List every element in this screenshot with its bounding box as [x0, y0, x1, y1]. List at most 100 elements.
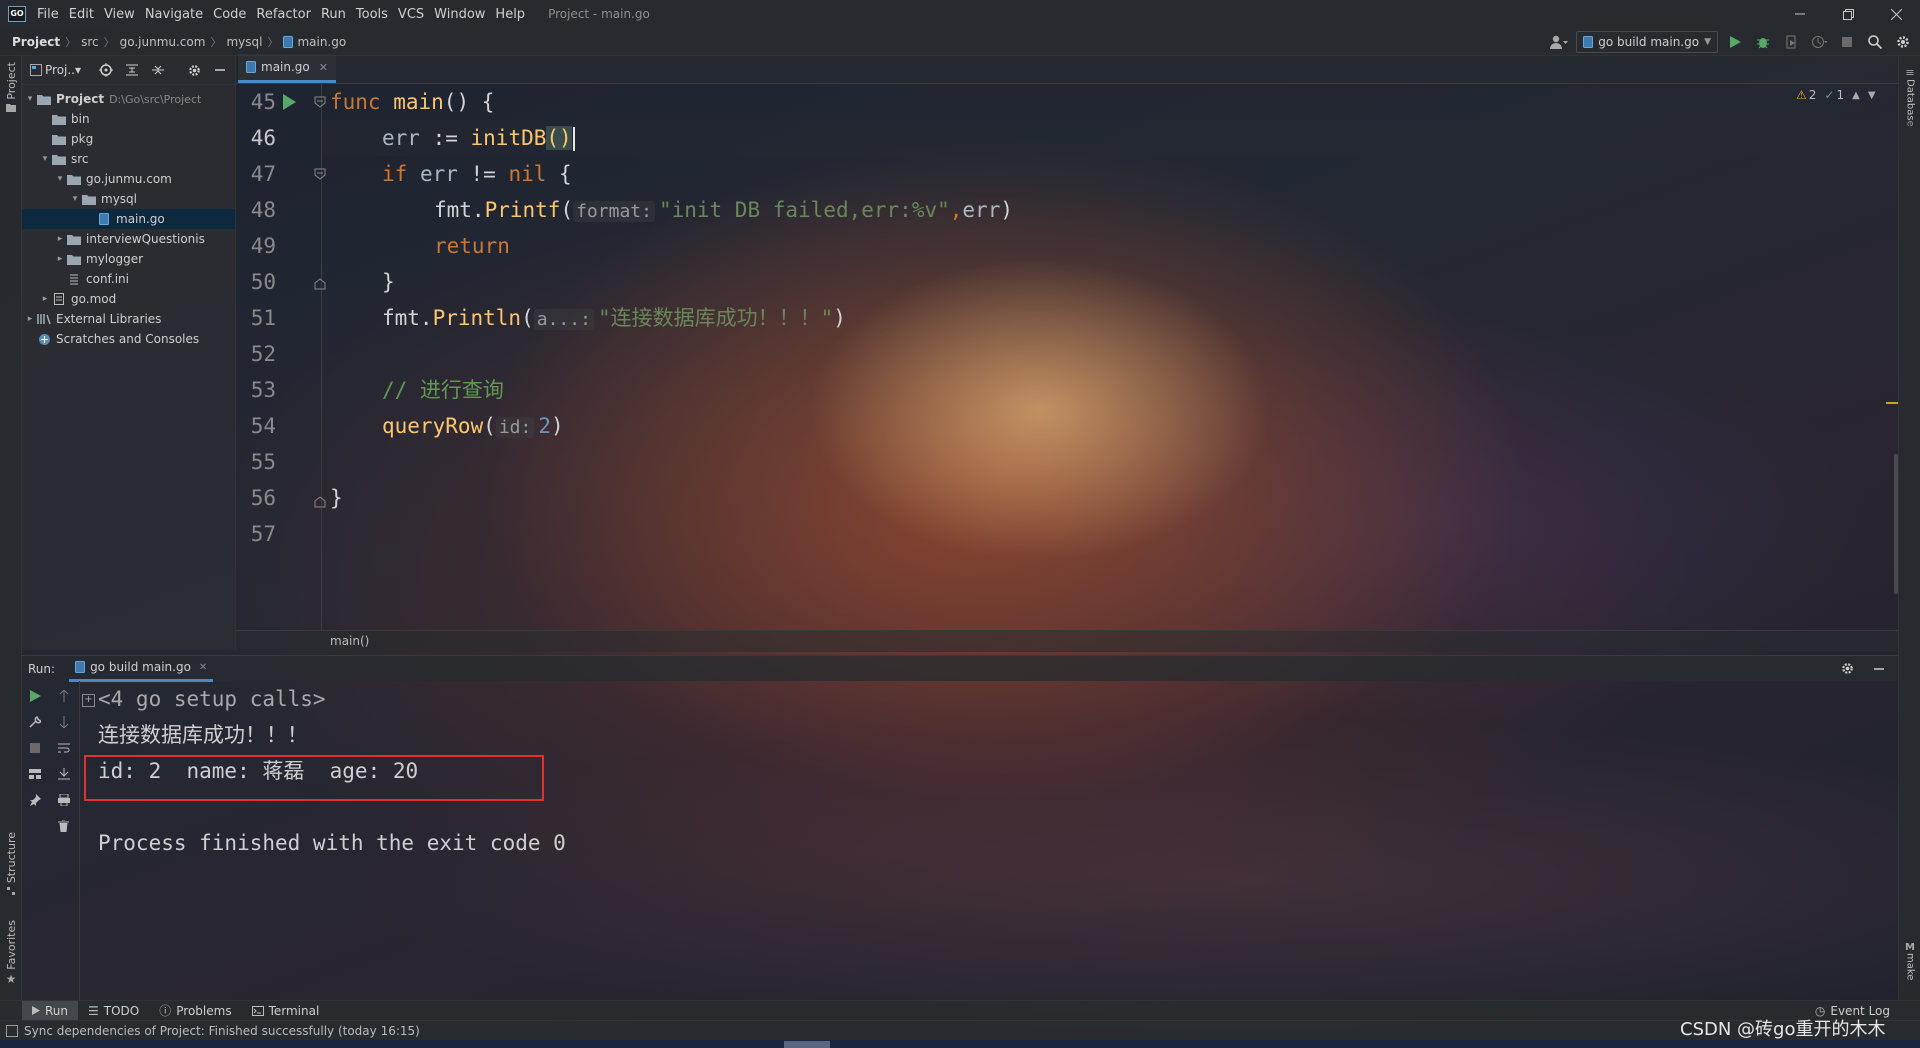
favorites-tool-tab[interactable]: Favorites ★	[0, 920, 22, 986]
hide-run-panel-button[interactable]	[1868, 658, 1890, 680]
menu-code[interactable]: Code	[208, 7, 251, 22]
tool-tab-terminal[interactable]: Terminal	[242, 1001, 330, 1021]
soft-wrap-button[interactable]	[53, 739, 75, 757]
paren-token: ()	[546, 126, 572, 150]
code-line-46-current: err := initDB()	[322, 120, 1920, 156]
menu-refactor[interactable]: Refactor	[251, 7, 316, 22]
breadcrumb-file[interactable]: main.go	[297, 35, 346, 49]
database-tool-tab[interactable]: ≡ Database	[1899, 66, 1920, 127]
tree-item-mylogger[interactable]: ▸ mylogger	[22, 249, 235, 269]
collapse-all-button[interactable]	[147, 59, 169, 81]
breadcrumb-src[interactable]: src	[81, 35, 99, 49]
menu-edit[interactable]: Edit	[64, 7, 99, 22]
restore-layout-button[interactable]	[24, 765, 46, 783]
menu-help[interactable]: Help	[490, 7, 530, 22]
tree-item-pkg[interactable]: pkg	[22, 129, 235, 149]
chevron-down-icon[interactable]: ▾	[69, 194, 81, 204]
chevron-down-icon[interactable]: ▾	[24, 94, 36, 104]
hide-panel-button[interactable]	[209, 59, 231, 81]
tree-item-external-libraries[interactable]: ▸ External Libraries	[22, 309, 235, 329]
debug-button[interactable]	[1752, 31, 1774, 53]
chevron-right-icon[interactable]: ▸	[24, 314, 36, 324]
chevron-down-icon[interactable]: ▼	[1868, 90, 1876, 101]
profiler-button[interactable]	[1808, 31, 1830, 53]
inspection-widget[interactable]: ⚠ 2 ✓ 1 ▲ ▼	[1796, 88, 1876, 102]
run-button[interactable]	[1724, 31, 1746, 53]
layout-toggle-icon[interactable]	[6, 1024, 18, 1037]
console-output[interactable]: + <4 go setup calls> 连接数据库成功！！！ id: 2 na…	[80, 681, 1898, 1001]
menu-window[interactable]: Window	[429, 7, 490, 22]
chevron-right-icon[interactable]: ▸	[39, 294, 51, 304]
close-tab-icon[interactable]: ✕	[319, 61, 328, 74]
locate-button[interactable]	[95, 59, 117, 81]
run-configuration-select[interactable]: go build main.go ▼	[1576, 30, 1718, 53]
user-icon[interactable]	[1548, 31, 1570, 53]
menu-vcs[interactable]: VCS	[393, 7, 429, 22]
tool-tab-todo[interactable]: ☰ TODO	[78, 1001, 149, 1021]
tree-item-mysql[interactable]: ▾ mysql	[22, 189, 235, 209]
menu-file[interactable]: File	[32, 7, 64, 22]
tree-item-project[interactable]: ▾ Project D:\Go\src\Project	[22, 89, 235, 109]
project-view-select[interactable]: Proj..▾	[30, 63, 81, 77]
project-tool-tab[interactable]: Project	[0, 62, 22, 112]
tree-item-interviewquestionis[interactable]: ▸ interviewQuestionis	[22, 229, 235, 249]
tab-main-go[interactable]: main.go ✕	[238, 54, 336, 83]
menu-navigate[interactable]: Navigate	[140, 7, 208, 22]
panel-settings-button[interactable]	[183, 59, 205, 81]
chevron-right-icon[interactable]: ▸	[54, 254, 66, 264]
clear-all-button[interactable]	[53, 817, 75, 835]
chevron-up-icon[interactable]: ▲	[1852, 90, 1860, 101]
function-breadcrumb[interactable]: main()	[330, 634, 369, 648]
minimize-button[interactable]	[1776, 0, 1824, 28]
settings-button[interactable]	[1892, 31, 1914, 53]
tool-tab-run[interactable]: Run	[22, 1000, 79, 1021]
run-panel-settings-button[interactable]	[1836, 658, 1858, 680]
menu-tools[interactable]: Tools	[351, 7, 393, 22]
line-number: 54	[250, 414, 276, 438]
up-stack-button[interactable]	[53, 687, 75, 705]
punctuation-token: (	[483, 414, 496, 438]
breadcrumb-project[interactable]: Project	[12, 35, 60, 49]
scrollbar-marker[interactable]	[1886, 402, 1898, 404]
stop-run-button[interactable]	[24, 739, 46, 757]
editor-scrollbar[interactable]	[1894, 454, 1898, 594]
tree-item-bin[interactable]: bin	[22, 109, 235, 129]
edit-config-button[interactable]	[24, 713, 46, 731]
expand-all-button[interactable]	[121, 59, 143, 81]
scroll-to-end-button[interactable]	[53, 765, 75, 783]
close-window-button[interactable]	[1872, 0, 1920, 28]
chevron-right-icon[interactable]: ▸	[54, 234, 66, 244]
taskbar-item[interactable]	[784, 1041, 830, 1048]
code-editor[interactable]: func main() { err := initDB() if err != …	[322, 84, 1920, 630]
close-tab-icon[interactable]: ✕	[199, 662, 207, 673]
coverage-button[interactable]	[1780, 31, 1802, 53]
breadcrumb-package[interactable]: go.junmu.com	[120, 35, 206, 49]
menu-view[interactable]: View	[99, 7, 140, 22]
tool-tab-label: TODO	[103, 1003, 140, 1018]
tree-item-src[interactable]: ▾ src	[22, 149, 235, 169]
stop-button[interactable]	[1836, 31, 1858, 53]
down-stack-button[interactable]	[53, 713, 75, 731]
chevron-down-icon[interactable]: ▾	[54, 174, 66, 184]
tree-item-go-mod[interactable]: ▸ go.mod	[22, 289, 235, 309]
print-button[interactable]	[53, 791, 75, 809]
search-button[interactable]	[1864, 31, 1886, 53]
run-tab-go-build[interactable]: go build main.go ✕	[69, 656, 214, 682]
tab-label: main.go	[261, 60, 310, 74]
tool-tab-problems[interactable]: ⓘ Problems	[149, 1001, 241, 1021]
expand-icon[interactable]: +	[82, 694, 95, 707]
make-tool-tab[interactable]: M make	[1899, 942, 1920, 980]
tree-item-main-go[interactable]: main.go	[22, 209, 235, 229]
menu-run[interactable]: Run	[316, 7, 351, 22]
rerun-button[interactable]	[24, 687, 46, 705]
chevron-down-icon[interactable]: ▾	[39, 154, 51, 164]
run-gutter-icon[interactable]	[282, 94, 296, 110]
restore-button[interactable]	[1824, 0, 1872, 28]
breadcrumb-mysql[interactable]: mysql	[226, 35, 262, 49]
structure-tool-tab[interactable]: Structure	[0, 832, 22, 896]
tree-item-conf-ini[interactable]: conf.ini	[22, 269, 235, 289]
tree-item-go-junmu-com[interactable]: ▾ go.junmu.com	[22, 169, 235, 189]
tree-item-scratches-and-consoles[interactable]: Scratches and Consoles	[22, 329, 235, 349]
pin-tab-button[interactable]	[24, 791, 46, 809]
folder-icon	[51, 112, 67, 126]
